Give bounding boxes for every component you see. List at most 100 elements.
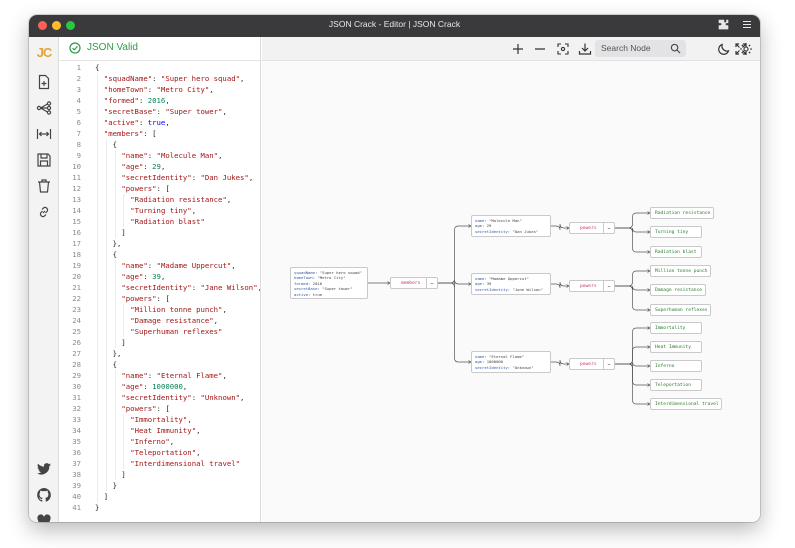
code-line[interactable]: 38] bbox=[60, 469, 260, 480]
code-line[interactable]: 31 "secretIdentity": "Unknown", bbox=[60, 392, 260, 403]
code-line[interactable]: 32 "powers": [ bbox=[60, 403, 260, 414]
line-number: 23 bbox=[72, 305, 81, 314]
code-line[interactable]: 18 { bbox=[60, 249, 260, 260]
code-line[interactable]: 22 "powers": [ bbox=[60, 293, 260, 304]
code-line[interactable]: 39} bbox=[60, 480, 260, 491]
code-line[interactable]: 37 "Interdimensional travel" bbox=[60, 458, 260, 469]
code-line[interactable]: 2 "squadName": "Super hero squad", bbox=[60, 73, 260, 84]
code-line[interactable]: 9 "name": "Molecule Man", bbox=[60, 150, 260, 161]
code-line[interactable]: 35 "Inferno", bbox=[60, 436, 260, 447]
code-line[interactable]: 16] bbox=[60, 227, 260, 238]
json-graph[interactable]: squadName: "Super hero squad" homeTown: "… bbox=[262, 62, 760, 522]
download-icon[interactable] bbox=[578, 42, 592, 56]
code-area[interactable]: 1{2 "squadName": "Super hero squad", 3 "hom… bbox=[60, 62, 260, 513]
code-line[interactable]: 11 "secretIdentity": "Dan Jukes", bbox=[60, 172, 260, 183]
code-line[interactable]: 14 "Turning tiny", bbox=[60, 205, 260, 216]
indent-guide bbox=[123, 458, 125, 469]
search-node-input[interactable]: Search Node bbox=[595, 40, 686, 57]
code-line[interactable]: 17}, bbox=[60, 238, 260, 249]
code-line[interactable]: 20 "age": 39, bbox=[60, 271, 260, 282]
code-line[interactable]: 26] bbox=[60, 337, 260, 348]
code-line[interactable]: 1{ bbox=[60, 62, 260, 73]
power-leaf-node[interactable]: Interdimensional travel bbox=[650, 398, 723, 410]
code-line[interactable]: 41} bbox=[60, 502, 260, 513]
code-line[interactable]: 19 "name": "Madame Uppercut", bbox=[60, 260, 260, 271]
code-line[interactable]: 8{ bbox=[60, 139, 260, 150]
power-leaf-node[interactable]: Damage resistance bbox=[650, 284, 706, 296]
zoom-out-icon[interactable] bbox=[533, 42, 547, 56]
member-node[interactable]: name: "Molecule Man" age: 29 secretIdentit… bbox=[471, 215, 551, 237]
line-content: ] bbox=[121, 338, 126, 347]
code-line[interactable]: 29 "name": "Eternal Flame", bbox=[60, 370, 260, 381]
github-icon[interactable] bbox=[36, 487, 52, 503]
zoom-in-icon[interactable] bbox=[511, 42, 525, 56]
power-leaf-node[interactable]: Turning tiny bbox=[650, 226, 702, 238]
focus-icon[interactable] bbox=[556, 42, 570, 56]
power-leaf-node[interactable]: Radiation resistance bbox=[650, 207, 714, 219]
extensions-icon[interactable] bbox=[718, 19, 729, 34]
power-leaf-node[interactable]: Teleportation bbox=[650, 379, 702, 391]
code-line[interactable]: 33 "Immortality", bbox=[60, 414, 260, 425]
link-icon[interactable] bbox=[36, 204, 52, 220]
collapse-toggle[interactable]: ⌣ bbox=[603, 359, 614, 369]
indent-guide bbox=[105, 227, 107, 238]
code-line[interactable]: 34 "Heat Immunity", bbox=[60, 425, 260, 436]
code-line[interactable]: 21 "secretIdentity": "Jane Wilson", bbox=[60, 282, 260, 293]
indent-guide bbox=[105, 447, 107, 458]
code-line[interactable]: 24 "Damage resistance", bbox=[60, 315, 260, 326]
line-number: 18 bbox=[72, 250, 81, 259]
powers-node[interactable]: powers ⌣ bbox=[569, 358, 615, 370]
power-leaf-node[interactable]: Radiation blast bbox=[650, 246, 702, 258]
new-file-icon[interactable] bbox=[36, 74, 52, 90]
collapse-toggle[interactable]: ⌣ bbox=[426, 278, 437, 288]
indent-guide bbox=[105, 392, 107, 403]
code-line[interactable]: 28 { bbox=[60, 359, 260, 370]
code-line[interactable]: 5 "secretBase": "Super tower", bbox=[60, 106, 260, 117]
json-editor[interactable]: JSON Valid 1{2 "squadName": "Super hero s… bbox=[60, 37, 261, 522]
fullscreen-icon[interactable] bbox=[734, 42, 748, 56]
code-line[interactable]: 3 "homeTown": "Metro City", bbox=[60, 84, 260, 95]
power-leaf-node[interactable]: Immortality bbox=[650, 322, 702, 334]
code-line[interactable]: 15 "Radiation blast" bbox=[60, 216, 260, 227]
collapse-toggle[interactable]: ⌣ bbox=[603, 223, 614, 233]
power-leaf-node[interactable]: Heat Immunity bbox=[650, 341, 702, 353]
member-node[interactable]: name: "Eternal Flame" age: 1000000 secretI… bbox=[471, 351, 551, 373]
save-icon[interactable] bbox=[36, 152, 52, 168]
app-logo[interactable]: JC bbox=[29, 45, 59, 60]
code-line[interactable]: 27}, bbox=[60, 348, 260, 359]
heart-icon[interactable] bbox=[36, 513, 52, 522]
moon-icon[interactable] bbox=[717, 42, 731, 56]
trash-icon[interactable] bbox=[36, 178, 52, 194]
code-line[interactable]: 13 "Radiation resistance", bbox=[60, 194, 260, 205]
code-line[interactable]: 12 "powers": [ bbox=[60, 183, 260, 194]
root-node[interactable]: squadName: "Super hero squad" homeTown: "… bbox=[290, 267, 368, 299]
powers-node[interactable]: powers ⌣ bbox=[569, 280, 615, 292]
search-icon[interactable] bbox=[670, 43, 681, 54]
powers-node[interactable]: powers ⌣ bbox=[569, 222, 615, 234]
graph-canvas[interactable]: Search Node squadName: "Super hero squad… bbox=[262, 37, 760, 522]
line-content: { bbox=[95, 63, 100, 72]
code-line[interactable]: 4 "formed": 2016, bbox=[60, 95, 260, 106]
collapse-toggle[interactable]: ⌣ bbox=[603, 281, 614, 291]
code-line[interactable]: 10 "age": 29, bbox=[60, 161, 260, 172]
node-label: Turning tiny bbox=[655, 230, 689, 235]
code-line[interactable]: 6 "active": true, bbox=[60, 117, 260, 128]
line-number: 24 bbox=[72, 316, 81, 325]
code-line[interactable]: 36 "Teleportation", bbox=[60, 447, 260, 458]
code-line[interactable]: 7 "members": [ bbox=[60, 128, 260, 139]
member-node[interactable]: name: "Madame Uppercut" age: 39 secretIden… bbox=[471, 273, 551, 295]
power-leaf-node[interactable]: Inferno bbox=[650, 360, 702, 372]
code-line[interactable]: 23 "Million tonne punch", bbox=[60, 304, 260, 315]
members-node[interactable]: members ⌣ bbox=[390, 277, 438, 289]
power-leaf-node[interactable]: Million tonne punch bbox=[650, 265, 712, 277]
code-line[interactable]: 25 "Superhuman reflexes" bbox=[60, 326, 260, 337]
graph-icon[interactable] bbox=[36, 100, 52, 116]
code-line[interactable]: 40] bbox=[60, 491, 260, 502]
twitter-icon[interactable] bbox=[36, 461, 52, 477]
power-leaf-node[interactable]: Superhuman reflexes bbox=[650, 304, 712, 316]
code-line[interactable]: 30 "age": 1000000, bbox=[60, 381, 260, 392]
indent-guide bbox=[97, 106, 98, 117]
menu-icon[interactable] bbox=[742, 19, 752, 33]
expand-horizontal-icon[interactable] bbox=[36, 126, 52, 142]
indent-guide bbox=[97, 293, 98, 304]
